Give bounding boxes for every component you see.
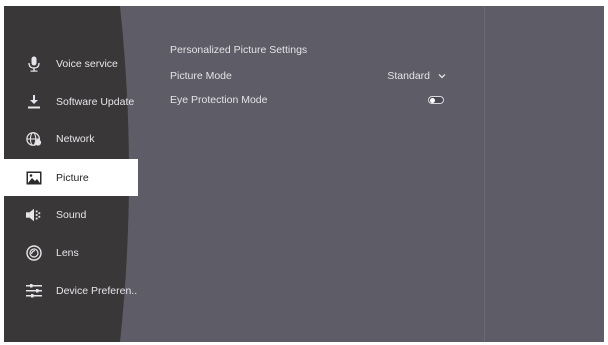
sidebar-item-network[interactable]: Network bbox=[4, 120, 138, 157]
sidebar-item-lens[interactable]: Lens bbox=[4, 234, 138, 271]
settings-screen: Voice service Software Update Network Pi… bbox=[0, 0, 608, 345]
sidebar-item-label: Network bbox=[56, 132, 95, 145]
eye-protection-toggle[interactable] bbox=[428, 96, 444, 104]
sidebar-item-label: Device Preferen.. bbox=[56, 284, 138, 297]
sidebar-item-label: Voice service bbox=[56, 57, 118, 70]
content-area: Personalized Picture Settings Picture Mo… bbox=[170, 6, 470, 342]
speaker-icon bbox=[26, 207, 42, 223]
picture-mode-row[interactable]: Picture Mode Standard bbox=[170, 66, 446, 86]
toggle-knob bbox=[430, 97, 435, 103]
sidebar-item-label: Software Update bbox=[56, 95, 135, 108]
picture-mode-value: Standard bbox=[387, 70, 446, 82]
globe-network-icon bbox=[26, 131, 42, 147]
chevron-down-icon bbox=[438, 74, 446, 79]
microphone-icon bbox=[26, 56, 42, 72]
picture-mode-label: Picture Mode bbox=[170, 70, 232, 82]
sidebar-item-device-preferences[interactable]: Device Preferen.. bbox=[4, 272, 138, 309]
sidebar-item-label: Lens bbox=[56, 246, 79, 259]
picture-mode-selected: Standard bbox=[387, 70, 430, 82]
sidebar-item-sound[interactable]: Sound bbox=[4, 196, 138, 233]
sidebar-item-picture[interactable]: Picture bbox=[4, 159, 138, 196]
sidebar-item-label: Picture bbox=[56, 171, 89, 184]
panel-divider bbox=[484, 6, 485, 342]
sidebar-item-voice-service[interactable]: Voice service bbox=[4, 45, 138, 82]
sliders-icon bbox=[26, 283, 42, 299]
eye-protection-row[interactable]: Eye Protection Mode bbox=[170, 90, 446, 110]
download-icon bbox=[26, 94, 42, 110]
sidebar-item-software-update[interactable]: Software Update bbox=[4, 83, 138, 120]
lens-icon bbox=[26, 244, 42, 261]
sidebar-item-label: Sound bbox=[56, 208, 87, 221]
section-title: Personalized Picture Settings bbox=[170, 44, 308, 56]
sidebar: Voice service Software Update Network Pi… bbox=[4, 6, 138, 342]
eye-protection-label: Eye Protection Mode bbox=[170, 94, 268, 106]
picture-icon bbox=[26, 170, 42, 186]
